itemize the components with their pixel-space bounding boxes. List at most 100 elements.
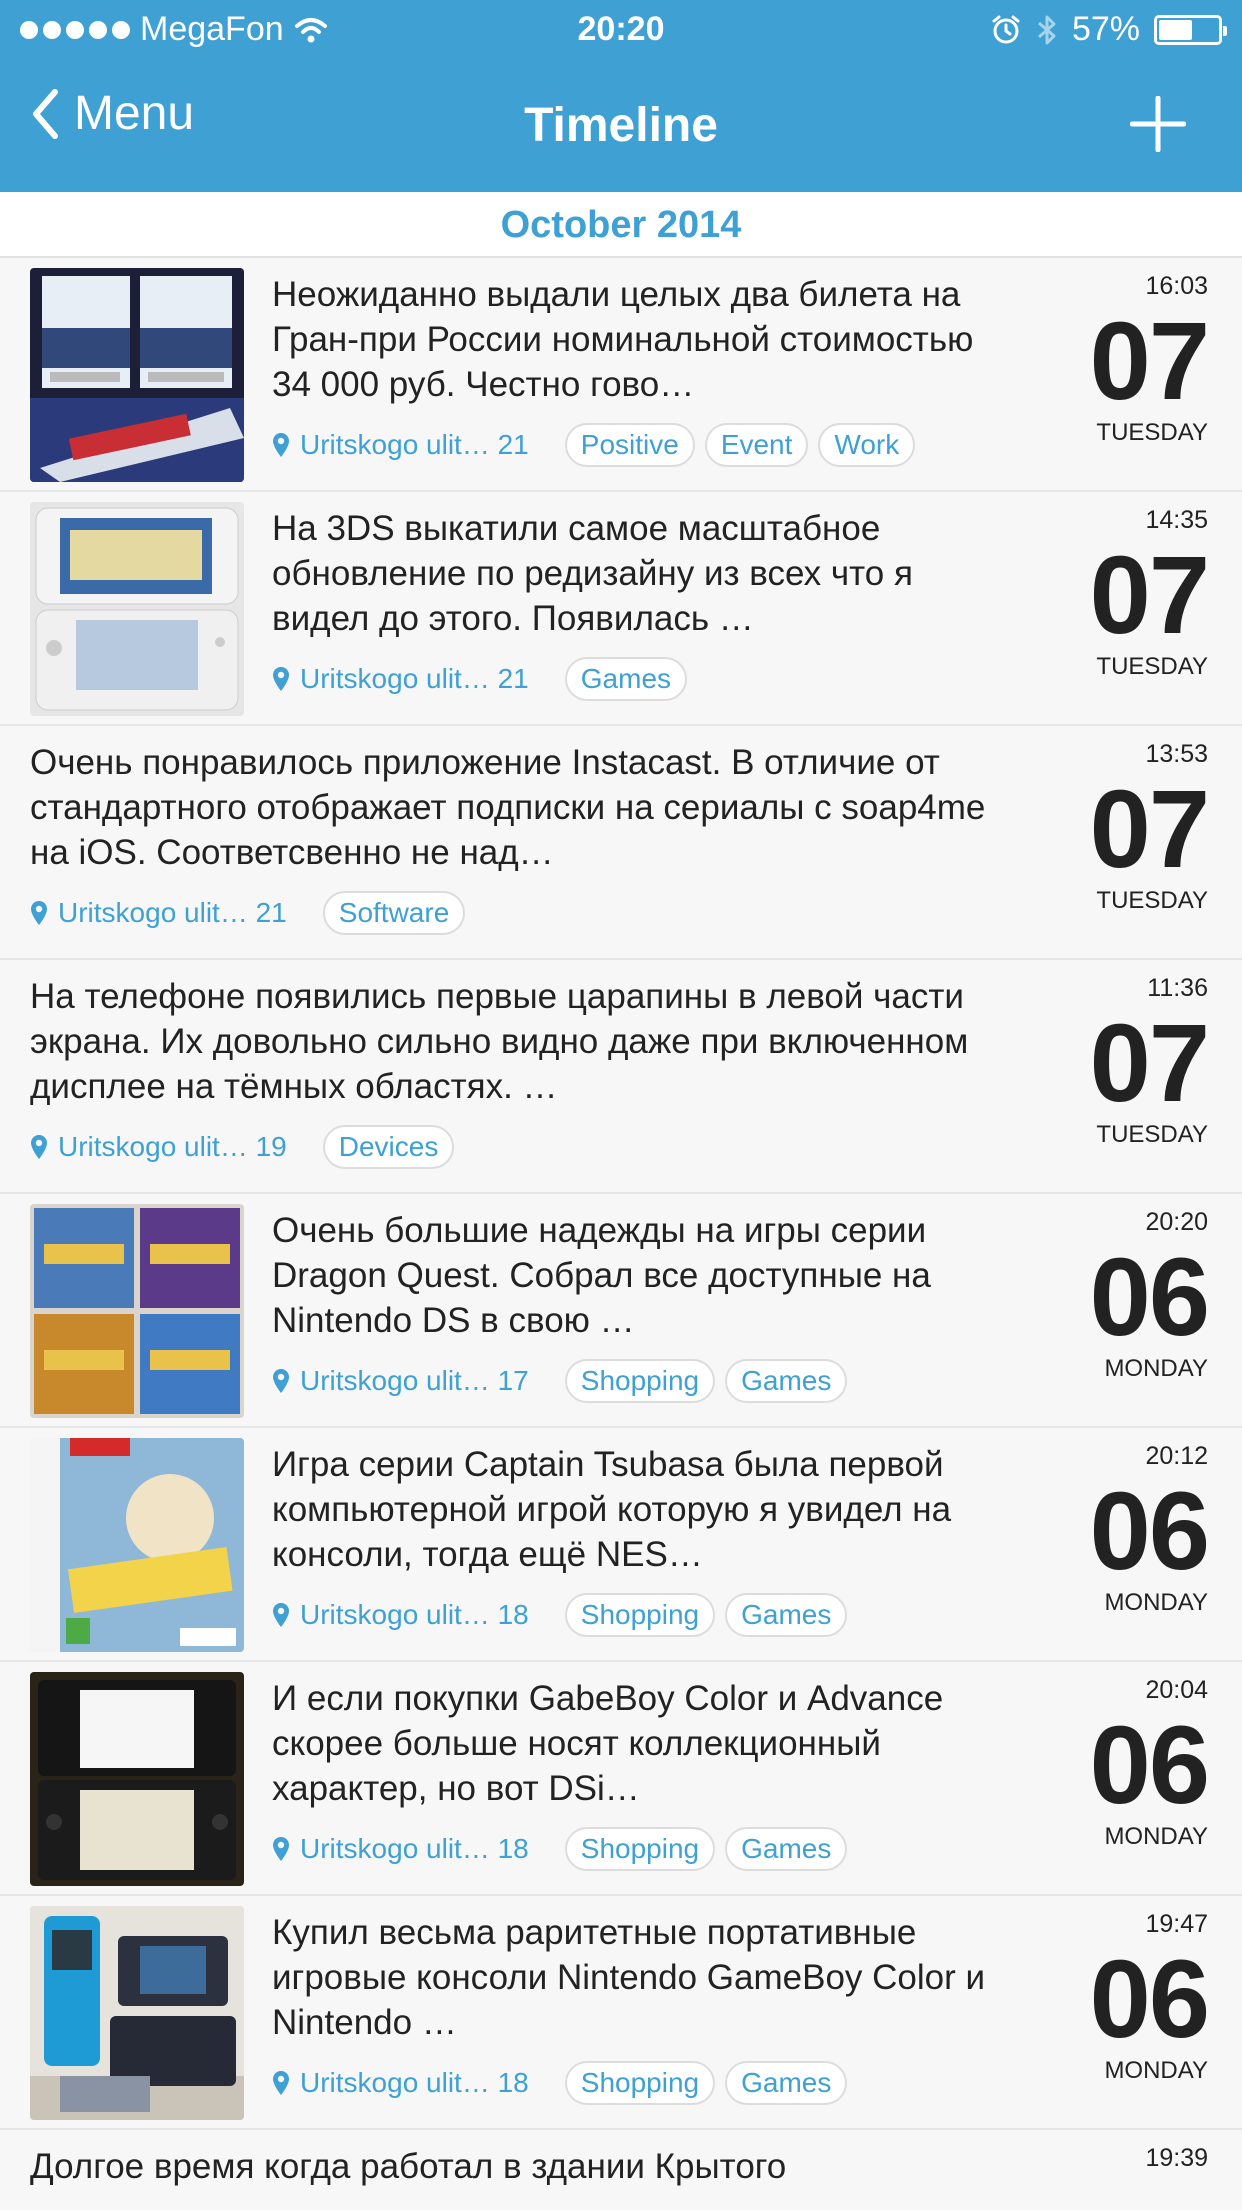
entry-text: Долгое время когда работал в здании Крыт… — [30, 2147, 787, 2186]
timeline-entry[interactable]: На 3DS выкатили самое масштабное обновле… — [0, 492, 1242, 726]
navigation-bar: Menu Timeline — [0, 62, 1242, 192]
entry-time: 14:35 — [1145, 506, 1208, 534]
entry-day: 07 — [1089, 768, 1210, 891]
entry-weekday: MONDAY — [1104, 1589, 1208, 1616]
status-bar: MegaFon 20:20 57% — [0, 0, 1242, 62]
tag-devices[interactable]: Devices — [322, 1125, 455, 1169]
entry-meta: Uritskogo ulit… 18 Shopping Games — [272, 1827, 1002, 1871]
tag-shopping[interactable]: Shopping — [564, 2061, 716, 2105]
entry-weekday: TUESDAY — [1096, 1121, 1208, 1148]
entry-weekday: MONDAY — [1104, 1823, 1208, 1850]
entry-weekday: MONDAY — [1104, 2057, 1208, 2084]
entry-weekday: TUESDAY — [1096, 419, 1208, 446]
entry-body: Долгое время когда работал в здании Крыт… — [30, 2144, 1002, 2204]
entry-location-label: Uritskogo ulit… 19 — [58, 1131, 287, 1162]
entry-location[interactable]: Uritskogo ulit… 17 — [272, 1365, 529, 1397]
entry-location-label: Uritskogo ulit… 18 — [300, 1833, 529, 1864]
location-pin-icon — [273, 1837, 289, 1861]
entry-date: 20:20 06 MONDAY — [1008, 1208, 1210, 1383]
location-pin-icon — [273, 1369, 289, 1393]
entry-photo — [30, 1672, 244, 1886]
entry-weekday: MONDAY — [1104, 1355, 1208, 1382]
entry-body: На 3DS выкатили самое масштабное обновле… — [272, 506, 1002, 701]
tag-games[interactable]: Games — [725, 1827, 848, 1871]
status-right: 57% — [990, 10, 1227, 49]
entry-location[interactable]: Uritskogo ulit… 18 — [272, 1833, 529, 1865]
entry-photo — [30, 268, 244, 482]
tag-event[interactable]: Event — [704, 423, 809, 467]
entry-date: 19:39 — [1008, 2144, 1208, 2173]
entry-text: Игра серии Captain Tsubasa была первой к… — [272, 1445, 952, 1574]
entry-text: И если покупки GabeBoy Color и Advance с… — [272, 1679, 944, 1808]
timeline-entry-partial[interactable]: Долгое время когда работал в здании Крыт… — [0, 2130, 1242, 2210]
entry-photo — [30, 1906, 244, 2120]
location-pin-icon — [273, 1603, 289, 1627]
entry-weekday: TUESDAY — [1096, 887, 1208, 914]
entry-meta: Uritskogo ulit… 18 Shopping Games — [272, 2061, 1002, 2105]
entry-day: 07 — [1089, 300, 1210, 423]
timeline-entry[interactable]: Очень большие надежды на игры серии Drag… — [0, 1194, 1242, 1428]
entry-location[interactable]: Uritskogo ulit… 18 — [272, 1599, 529, 1631]
entry-text: На телефоне появились первые царапины в … — [30, 977, 969, 1106]
back-button[interactable]: Menu — [30, 86, 194, 141]
timeline-list: Неожиданно выдали целых два билета на Гр… — [0, 258, 1242, 2210]
entry-location-label: Uritskogo ulit… 18 — [300, 2067, 529, 2098]
entry-date: 13:53 07 TUESDAY — [1008, 740, 1210, 915]
tag-work[interactable]: Work — [818, 423, 916, 467]
entry-date: 19:47 06 MONDAY — [1008, 1910, 1210, 2085]
entry-text: Неожиданно выдали целых два билета на Гр… — [272, 275, 974, 404]
entry-day: 06 — [1089, 1236, 1210, 1359]
timeline-entry[interactable]: Очень понравилось приложение Instacast. … — [0, 726, 1242, 960]
entry-meta: Uritskogo ulit… 18 Shopping Games — [272, 1593, 1002, 1637]
tag-games[interactable]: Games — [725, 1359, 848, 1403]
entry-photo — [30, 1204, 244, 1418]
timeline-entry[interactable]: Игра серии Captain Tsubasa была первой к… — [0, 1428, 1242, 1662]
entry-location-label: Uritskogo ulit… 21 — [300, 663, 529, 694]
entry-location[interactable]: Uritskogo ulit… 21 — [30, 897, 287, 929]
entry-time: 11:36 — [1147, 974, 1208, 1002]
entry-body: Игра серии Captain Tsubasa была первой к… — [272, 1442, 1002, 1637]
entry-day: 07 — [1089, 534, 1210, 657]
entry-location[interactable]: Uritskogo ulit… 21 — [272, 429, 529, 461]
entry-date: 16:03 07 TUESDAY — [1008, 272, 1210, 447]
entry-text: Очень понравилось приложение Instacast. … — [30, 743, 986, 872]
entry-location-label: Uritskogo ulit… 18 — [300, 1599, 529, 1630]
entry-text: На 3DS выкатили самое масштабное обновле… — [272, 509, 913, 638]
entry-text: Купил весьма раритетные портативные игро… — [272, 1913, 986, 2042]
timeline-entry[interactable]: Неожиданно выдали целых два билета на Гр… — [0, 258, 1242, 492]
entry-time: 20:04 — [1145, 1676, 1208, 1704]
tag-games[interactable]: Games — [725, 1593, 848, 1637]
entry-location-label: Uritskogo ulit… 17 — [300, 1365, 529, 1396]
entry-location[interactable]: Uritskogo ulit… 19 — [30, 1131, 287, 1163]
add-icon[interactable] — [1130, 96, 1186, 152]
entry-date: 20:12 06 MONDAY — [1008, 1442, 1210, 1617]
timeline-entry[interactable]: На телефоне появились первые царапины в … — [0, 960, 1242, 1194]
section-header: October 2014 — [0, 192, 1242, 258]
entry-date: 14:35 07 TUESDAY — [1008, 506, 1210, 681]
entry-time: 20:20 — [1145, 1208, 1208, 1236]
tag-games[interactable]: Games — [564, 657, 688, 701]
entry-meta: Uritskogo ulit… 21 Positive Event Work — [272, 423, 1002, 467]
entry-day: 06 — [1089, 1938, 1210, 2061]
back-button-label: Menu — [74, 87, 195, 140]
tag-games[interactable]: Games — [725, 2061, 848, 2105]
timeline-entry[interactable]: И если покупки GabeBoy Color и Advance с… — [0, 1662, 1242, 1896]
entry-location-label: Uritskogo ulit… 21 — [58, 897, 287, 928]
entry-text: Очень большие надежды на игры серии Drag… — [272, 1211, 931, 1340]
tag-positive[interactable]: Positive — [564, 423, 695, 467]
entry-weekday: TUESDAY — [1096, 653, 1208, 680]
entry-meta: Uritskogo ulit… 21 Software — [30, 891, 1002, 935]
tag-shopping[interactable]: Shopping — [564, 1827, 716, 1871]
entry-location[interactable]: Uritskogo ulit… 21 — [272, 663, 529, 695]
tag-shopping[interactable]: Shopping — [564, 1593, 716, 1637]
tag-shopping[interactable]: Shopping — [564, 1359, 716, 1403]
entry-time: 16:03 — [1145, 272, 1208, 300]
entry-location[interactable]: Uritskogo ulit… 18 — [272, 2067, 529, 2099]
timeline-entry[interactable]: Купил весьма раритетные портативные игро… — [0, 1896, 1242, 2130]
alarm-icon — [992, 15, 1020, 43]
tag-software[interactable]: Software — [322, 891, 466, 935]
entry-meta: Uritskogo ulit… 19 Devices — [30, 1125, 1002, 1169]
entry-time: 20:12 — [1145, 1442, 1208, 1470]
location-pin-icon — [273, 2071, 289, 2095]
location-pin-icon — [273, 433, 289, 457]
